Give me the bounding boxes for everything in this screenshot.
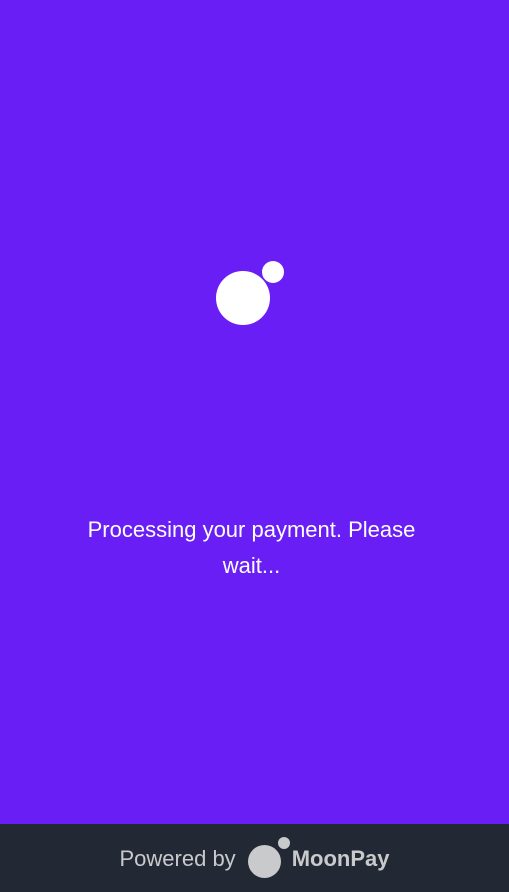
processing-message: Processing your payment. Please wait... (87, 517, 416, 578)
powered-by-label: Powered by (119, 846, 236, 871)
moonpay-logo-icon (247, 837, 292, 879)
brand-name: MoonPay (291, 846, 390, 871)
processing-screen: Processing your payment. Please wait... … (0, 0, 509, 892)
brand-logo-small-circle (277, 837, 290, 849)
powered-by-footer: Powered by MoonPay (0, 824, 509, 892)
brand-logo-large-circle (247, 845, 281, 878)
main-panel: Processing your payment. Please wait... (0, 0, 509, 824)
logo-large-circle (216, 271, 270, 325)
powered-by-link[interactable]: Powered by MoonPay (119, 837, 390, 879)
logo-small-circle (262, 261, 284, 283)
moonpay-logo-icon (214, 260, 286, 328)
